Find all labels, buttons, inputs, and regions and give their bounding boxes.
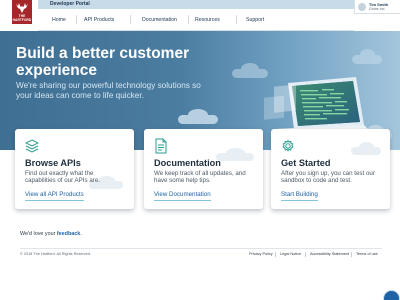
user-menu[interactable]: Tim Smith Globe Inc. — [354, 0, 400, 14]
layers-icon — [25, 139, 39, 153]
stag-icon — [16, 3, 28, 13]
card-get-started[interactable]: Get Started After you sign up, you can t… — [271, 129, 390, 209]
gear-icon — [282, 139, 294, 152]
nav-api-products[interactable]: API Products — [84, 17, 114, 23]
copyright-text: © 2018 The Hartford. All Rights Reserved… — [20, 252, 91, 256]
cloud-decoration — [352, 49, 382, 64]
card-description: We keep track of all updates, and have s… — [154, 170, 246, 185]
feedback-link[interactable]: feedback — [57, 231, 80, 237]
feedback-suffix: . — [80, 231, 82, 237]
card-documentation[interactable]: Documentation We keep track of all updat… — [144, 129, 263, 209]
footer-link-divider — [275, 252, 276, 257]
nav-resources[interactable]: Resources — [195, 17, 220, 23]
accessibility-statement-link[interactable]: Accessibility Statement — [310, 252, 349, 256]
footer-divider — [20, 248, 382, 249]
card-description: Find out exactly what the capabilities o… — [25, 170, 100, 185]
user-avatar-icon — [358, 3, 366, 11]
site-header: THE HARTFORD Developer Portal Home API P… — [0, 0, 400, 31]
nav-home[interactable]: Home — [52, 17, 66, 23]
user-org: Globe Inc. — [369, 7, 386, 11]
portal-title-bar: Developer Portal — [38, 0, 354, 9]
nav-divider — [130, 15, 131, 24]
nav-divider — [188, 15, 189, 24]
cloud-decoration — [178, 109, 218, 124]
hartford-logo[interactable]: THE HARTFORD — [12, 0, 32, 24]
logo-wordmark: THE HARTFORD — [12, 14, 32, 22]
card-browse-apis[interactable]: Browse APIs Find out exactly what the ca… — [15, 129, 134, 209]
privacy-policy-link[interactable]: Privacy Policy — [249, 252, 273, 256]
cloud-decoration — [216, 148, 254, 161]
legal-notice-link[interactable]: Legal Notice — [280, 252, 301, 256]
document-icon — [155, 138, 167, 154]
terms-of-use-link[interactable]: Terms of use — [356, 252, 378, 256]
nav-documentation[interactable]: Documentation — [142, 17, 177, 23]
nav-divider — [236, 15, 237, 24]
hero-title: Build a better customer experience — [16, 45, 190, 79]
view-all-api-products-link[interactable]: View all API Products — [25, 191, 84, 201]
view-documentation-link[interactable]: View Documentation — [154, 191, 211, 201]
card-title: Browse APIs — [25, 158, 81, 168]
cloud-decoration — [351, 142, 381, 155]
nav-divider — [76, 15, 77, 24]
nav-support[interactable]: Support — [246, 17, 264, 23]
footer-link-divider — [351, 252, 352, 257]
feedback-line: We'd love your feedback. — [20, 231, 82, 237]
footer-link-divider — [305, 252, 306, 257]
portal-title: Developer Portal — [50, 1, 90, 7]
hero-subtitle: We're sharing our powerful technology so… — [16, 81, 201, 100]
card-title: Documentation — [154, 158, 221, 168]
card-title: Get Started — [281, 158, 331, 168]
main-nav: Home API Products Documentation Resource… — [38, 9, 354, 31]
card-description: After you sign up, you can test our sand… — [281, 170, 375, 185]
feedback-text: We'd love your — [20, 231, 57, 237]
start-building-link[interactable]: Start Building — [281, 191, 318, 201]
chat-button[interactable] — [383, 290, 400, 300]
